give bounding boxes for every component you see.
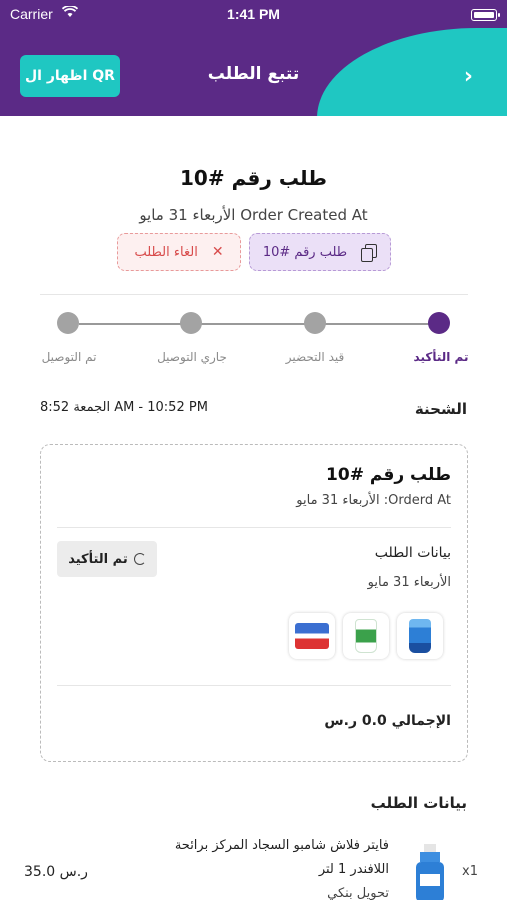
item-price: 35.0 ر.س <box>24 864 88 880</box>
card-divider <box>57 685 451 686</box>
status-label: تم التأكيد <box>68 551 128 567</box>
status-bar: Carrier 1:41 PM <box>0 4 507 24</box>
card-total: الإجمالي 0.0 ر.س <box>324 713 451 729</box>
step-dot-confirmed <box>428 312 450 334</box>
order-number-title: طلب رقم #10 <box>180 166 327 190</box>
battery-icon <box>471 9 500 21</box>
back-chevron-icon[interactable]: › <box>464 64 473 89</box>
card-details-date: الأربعاء 31 مايو <box>367 575 451 590</box>
item-quantity: x1 <box>462 864 478 879</box>
step-label-preparing: قيد التحضير <box>285 350 345 364</box>
card-details-label: بيانات الطلب <box>374 545 451 561</box>
card-order-date: الأربعاء 31 مايو :Orderd At <box>296 493 451 508</box>
order-data-title: بيانات الطلب <box>370 794 467 812</box>
step-label-delivered: تم التوصيل <box>41 350 97 364</box>
product-thumbnail[interactable] <box>397 613 443 659</box>
item-product-image <box>412 844 448 900</box>
page-title: تتبع الطلب <box>207 64 300 84</box>
step-dot-delivering <box>180 312 202 334</box>
copy-icon <box>361 244 378 262</box>
copy-order-chip[interactable]: طلب رقم #10 <box>249 233 391 271</box>
card-divider <box>57 527 451 528</box>
item-payment-method: تحويل بنكي <box>327 886 389 900</box>
progress-track <box>79 323 441 325</box>
shipment-time: الجمعة 8:52 AM - 10:52 PM <box>40 400 208 415</box>
step-dot-preparing <box>304 312 326 334</box>
shipment-title: الشحنة <box>414 400 467 418</box>
step-label-delivering: جاري التوصيل <box>157 350 227 364</box>
sync-icon <box>133 553 146 565</box>
product-thumbnails <box>289 613 443 659</box>
item-name: فايتر فلاش شامبو السجاد المركز برائحة ال… <box>174 838 389 877</box>
product-thumbnail[interactable] <box>289 613 335 659</box>
close-icon: ✕ <box>211 244 224 260</box>
step-label-confirmed: تم التأكيد <box>413 350 469 364</box>
copy-order-label: طلب رقم #10 <box>262 244 348 260</box>
status-badge: تم التأكيد <box>57 541 157 577</box>
product-thumbnail[interactable] <box>343 613 389 659</box>
cancel-order-button[interactable]: الغاء الطلب ✕ <box>117 233 241 271</box>
cancel-order-label: الغاء الطلب <box>134 244 198 260</box>
step-dot-delivered <box>57 312 79 334</box>
app-header: Carrier 1:41 PM اظهار ال QR تتبع الطلب › <box>0 0 507 116</box>
order-created-date: الأربعاء 31 مايو Order Created At <box>139 206 368 224</box>
shipment-card[interactable]: طلب رقم #10 الأربعاء 31 مايو :Orderd At … <box>40 444 468 762</box>
card-order-number: طلب رقم #10 <box>326 465 451 485</box>
clock-label: 1:41 PM <box>227 6 280 22</box>
divider <box>40 294 468 295</box>
list-item[interactable]: x1 فايتر فلاش شامبو السجاد المركز برائحة… <box>0 828 507 900</box>
